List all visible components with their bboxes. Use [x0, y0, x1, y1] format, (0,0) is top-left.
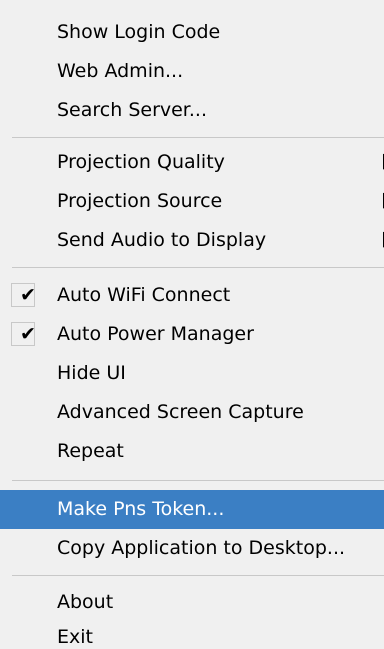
menu-item-send-audio-to-display[interactable]: Send Audio to Display ▐	[0, 221, 384, 260]
menu-item-web-admin[interactable]: Web Admin...	[0, 52, 384, 91]
menu-separator	[12, 575, 384, 576]
menu-item-hide-ui[interactable]: Hide UI	[0, 354, 384, 393]
menu-item-label: Auto Power Manager	[57, 323, 254, 345]
submenu-arrow-icon: ▐	[378, 233, 384, 248]
menu-separator	[12, 137, 384, 138]
menu-item-label: Make Pns Token...	[57, 498, 225, 520]
checkmark-icon: ✔	[20, 284, 36, 306]
submenu-arrow-icon: ▐	[378, 194, 384, 209]
menu-item-label: About	[57, 591, 114, 613]
menu-item-label: Hide UI	[57, 362, 126, 384]
menu-item-projection-source[interactable]: Projection Source ▐	[0, 182, 384, 221]
menu-item-label: Repeat	[57, 440, 124, 462]
submenu-arrow-icon: ▐	[378, 155, 384, 170]
menu-item-copy-application-to-desktop[interactable]: Copy Application to Desktop...	[0, 529, 384, 568]
menu-item-label: Copy Application to Desktop...	[57, 537, 346, 559]
menu-item-search-server[interactable]: Search Server...	[0, 91, 384, 130]
menu-separator	[12, 267, 384, 268]
menu-item-about[interactable]: About	[0, 583, 384, 622]
checkmark-icon: ✔	[20, 323, 36, 345]
menu-item-advanced-screen-capture[interactable]: Advanced Screen Capture	[0, 393, 384, 432]
menu-item-label: Send Audio to Display	[57, 229, 267, 251]
menu-item-show-login-code[interactable]: Show Login Code	[0, 13, 384, 52]
menu-separator	[12, 480, 384, 481]
menu-item-auto-power-manager[interactable]: ✔ Auto Power Manager	[0, 315, 384, 354]
menu-item-projection-quality[interactable]: Projection Quality ▐	[0, 143, 384, 182]
menu-item-label: Advanced Screen Capture	[57, 401, 304, 423]
menu-item-exit[interactable]: Exit	[0, 618, 384, 649]
menu-item-make-pns-token[interactable]: Make Pns Token...	[0, 490, 384, 529]
menu-item-auto-wifi-connect[interactable]: ✔ Auto WiFi Connect	[0, 276, 384, 315]
menu-item-label: Projection Source	[57, 190, 223, 212]
menu-item-label: Search Server...	[57, 99, 207, 121]
menu-item-label: Exit	[57, 626, 93, 648]
context-menu: Show Login Code Web Admin... Search Serv…	[0, 0, 384, 649]
menu-item-label: Web Admin...	[57, 60, 184, 82]
menu-item-label: Projection Quality	[57, 151, 225, 173]
menu-item-label: Show Login Code	[57, 21, 221, 43]
menu-item-label: Auto WiFi Connect	[57, 284, 231, 306]
menu-item-repeat[interactable]: Repeat	[0, 432, 384, 471]
